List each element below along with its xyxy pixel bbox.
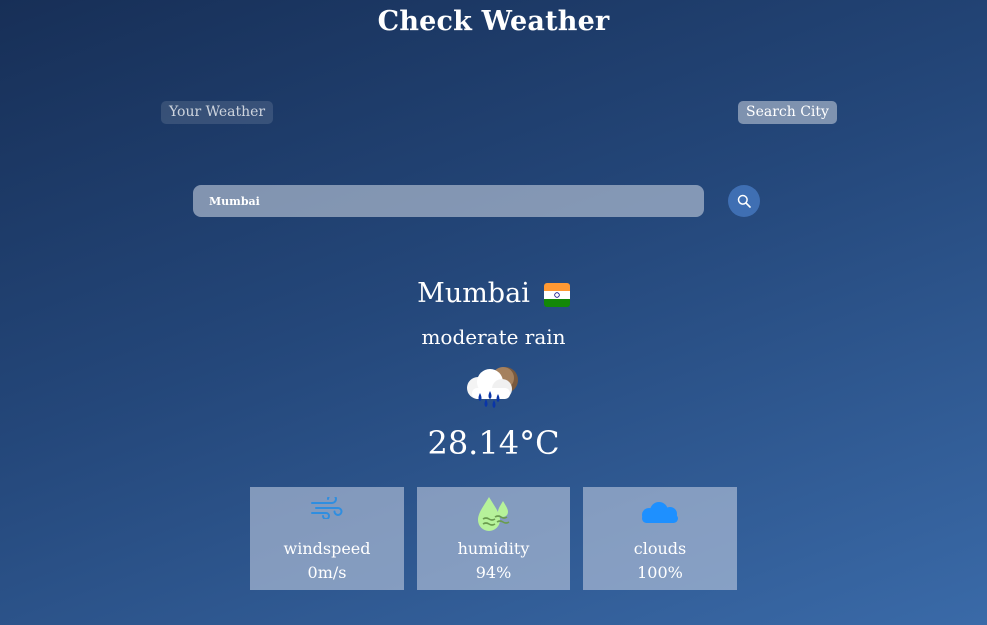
clouds-label: clouds [633,539,687,558]
search-input[interactable] [193,185,704,217]
windspeed-value: 0m/s [307,563,347,582]
search-button[interactable] [728,185,760,217]
windspeed-label: windspeed [283,539,371,558]
cloud-rain-icon [467,367,518,408]
weather-condition: moderate rain [421,325,566,349]
tab-search-city[interactable]: Search City [738,101,837,124]
search-icon [737,194,751,208]
city-name: Mumbai [417,278,530,309]
humidity-card: humidity 94% [417,487,570,590]
humidity-value: 94% [475,563,512,582]
city-row: Mumbai [0,278,987,309]
humidity-drop-icon [477,497,509,531]
page-title: Check Weather [377,6,610,37]
cloud-icon [642,502,678,523]
clouds-value: 100% [637,563,683,582]
tab-your-weather[interactable]: Your Weather [161,101,274,124]
india-flag-icon [543,283,570,307]
wind-icon [311,497,343,519]
clouds-card: clouds 100% [583,487,737,590]
windspeed-card: windspeed 0m/s [250,487,404,590]
temperature: 28.14°C [427,424,560,462]
humidity-label: humidity [457,539,530,558]
